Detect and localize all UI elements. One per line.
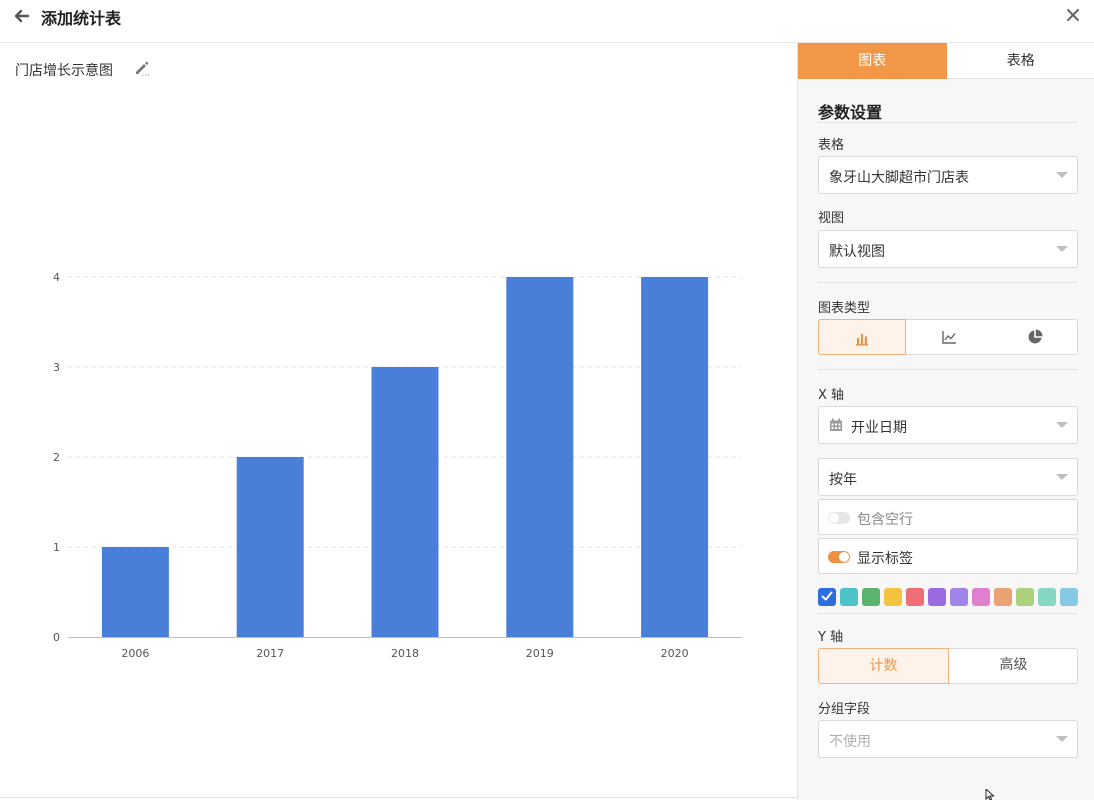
settings-panel: 图表 表格 参数设置 表格 象牙山大脚超市门店表 视图 默认视图 图表类型 X … [797,43,1094,800]
color-swatch[interactable] [840,588,858,606]
divider [818,122,1077,123]
y-mode-count-button[interactable]: 计数 [818,648,949,684]
chart-type-pie-button[interactable] [992,320,1078,354]
checkmark-icon [821,591,833,601]
x-tick-label: 2017 [256,647,284,660]
y-mode-advanced-button[interactable]: 高级 [949,648,1078,684]
pie-chart-icon [1028,329,1043,344]
x-axis-label: X 轴 [818,388,845,403]
toggle-switch-off[interactable] [828,512,850,524]
color-swatch[interactable] [950,588,968,606]
x-tick-label: 2018 [391,647,419,660]
bar-chart: 0 1 2 3 4 2006 2017 2018 2019 2020 [53,271,742,660]
bar [101,547,169,637]
back-arrow-icon[interactable] [12,6,32,26]
color-swatch[interactable] [884,588,902,606]
group-field-label: 分组字段 [818,702,871,717]
x-group-select[interactable]: 按年 [818,458,1078,496]
y-tick-label: 2 [53,451,60,464]
chart-type-label: 图表类型 [818,301,871,316]
table-select-value: 象牙山大脚超市门店表 [829,170,969,186]
bar [506,277,574,637]
view-label: 视图 [818,211,845,226]
color-swatch[interactable] [928,588,946,606]
color-swatch[interactable] [994,588,1012,606]
color-swatch[interactable] [1016,588,1034,606]
chevron-down-icon [1056,246,1068,252]
window-title: 添加统计表 [41,9,122,28]
show-labels-toggle[interactable]: 显示标签 [818,538,1078,574]
bottom-border [0,797,797,798]
color-swatch[interactable] [906,588,924,606]
calendar-icon [830,418,842,431]
table-select[interactable]: 象牙山大脚超市门店表 [818,156,1078,194]
x-tick-label: 2006 [121,647,149,660]
y-axis-label: Y 轴 [818,630,844,645]
color-swatch[interactable] [1038,588,1056,606]
group-field-select[interactable]: 不使用 [818,720,1078,758]
table-label: 表格 [818,138,845,153]
chart-area: 门店增长示意图 0 1 2 3 4 2006 2017 2018 2019 2020 [0,43,797,800]
x-group-value: 按年 [829,472,857,488]
view-select-value: 默认视图 [829,244,885,260]
x-field-value: 开业日期 [851,420,907,436]
include-empty-label: 包含空行 [857,512,913,528]
divider [818,369,1077,370]
include-empty-toggle[interactable]: 包含空行 [818,499,1078,535]
y-tick-label: 4 [53,271,60,284]
y-tick-label: 0 [53,631,60,644]
mouse-cursor-icon [985,789,995,800]
section-title: 参数设置 [818,103,883,122]
color-swatch[interactable] [972,588,990,606]
bar [371,367,439,637]
divider [818,282,1077,283]
y-mode-selector: 计数 高级 [818,648,1078,684]
line-chart-icon [942,331,956,344]
tab-table[interactable]: 表格 [947,43,1094,79]
bar [236,457,304,637]
show-labels-label: 显示标签 [857,551,913,567]
y-tick-label: 3 [53,361,60,374]
x-tick-label: 2020 [661,647,689,660]
tab-chart[interactable]: 图表 [798,43,947,79]
color-swatch[interactable] [862,588,880,606]
chevron-down-icon [1056,736,1068,742]
bar [641,277,709,637]
title-bar: 添加统计表 [0,0,1094,43]
chart-type-bar-button[interactable] [818,319,906,355]
color-swatch[interactable] [1060,588,1078,606]
chart-type-selector [818,319,1078,355]
color-swatch[interactable] [818,588,836,606]
chevron-down-icon [1056,474,1068,480]
chevron-down-icon [1056,172,1068,178]
chevron-down-icon [1056,422,1068,428]
toggle-switch-on[interactable] [828,551,850,563]
divider [818,613,1077,614]
chart-type-line-button[interactable] [906,320,992,354]
bar-chart-icon [856,334,868,346]
view-select[interactable]: 默认视图 [818,230,1078,268]
x-field-select[interactable]: 开业日期 [818,406,1078,444]
close-icon[interactable] [1064,6,1082,24]
y-tick-label: 1 [53,541,60,554]
group-field-placeholder: 不使用 [829,734,871,750]
panel-tabs: 图表 表格 [798,43,1094,79]
x-tick-label: 2019 [526,647,554,660]
